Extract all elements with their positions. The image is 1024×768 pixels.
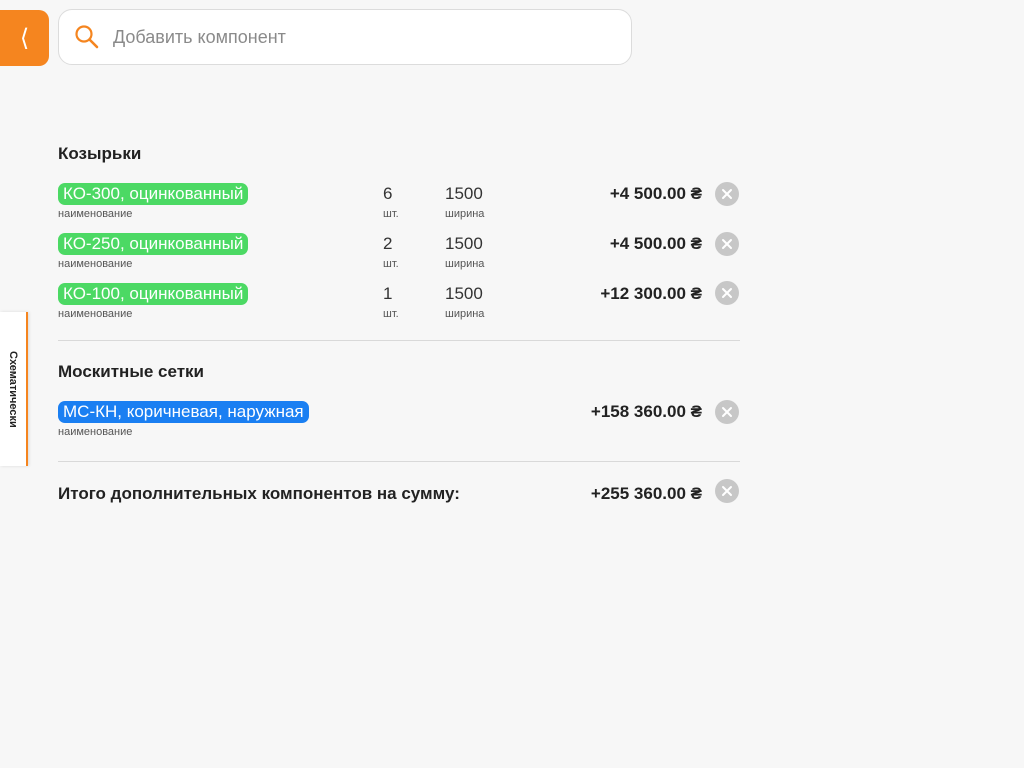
item-qty-caption: шт. <box>383 308 399 320</box>
back-button[interactable]: ⟨ <box>0 10 49 66</box>
item-width[interactable]: 1500 <box>445 234 483 254</box>
item-name-caption: наименование <box>58 308 133 320</box>
total-price: +255 360.00 ₴ <box>590 484 702 503</box>
total-label: Итого дополнительных компонентов на сумм… <box>58 484 460 503</box>
close-icon <box>722 288 732 298</box>
chevron-left-icon: ⟨ <box>19 24 30 52</box>
remove-item-button[interactable] <box>715 182 739 206</box>
item-price: +4 500.00 ₴ <box>609 184 702 203</box>
item-width-caption: ширина <box>445 258 485 270</box>
search-icon <box>75 25 99 49</box>
item-qty-caption: шт. <box>383 258 399 270</box>
close-icon <box>722 189 732 199</box>
search-input[interactable] <box>111 25 595 49</box>
item-price: +12 300.00 ₴ <box>600 284 702 303</box>
section-divider <box>58 461 740 462</box>
section-divider <box>58 340 740 341</box>
close-icon <box>722 486 732 496</box>
item-name-pill[interactable]: КО-300, оцинкованный <box>58 183 249 205</box>
remove-all-button[interactable] <box>715 479 739 503</box>
item-qty-caption: шт. <box>383 208 399 220</box>
item-width-caption: ширина <box>445 308 485 320</box>
schematic-tab[interactable]: Схематически <box>0 312 28 466</box>
remove-item-button[interactable] <box>715 400 739 424</box>
close-icon <box>722 239 732 249</box>
item-price: +4 500.00 ₴ <box>609 234 702 253</box>
item-name-caption: наименование <box>58 208 133 220</box>
item-qty[interactable]: 6 <box>383 184 392 204</box>
search-bar[interactable] <box>58 9 632 65</box>
section-title-mosquito-nets: Москитные сетки <box>58 362 204 381</box>
item-name-pill[interactable]: КО-100, оцинкованный <box>58 283 249 305</box>
item-width[interactable]: 1500 <box>445 184 483 204</box>
remove-item-button[interactable] <box>715 232 739 256</box>
item-name-caption: наименование <box>58 258 133 270</box>
item-name-caption: наименование <box>58 426 133 438</box>
item-width-caption: ширина <box>445 208 485 220</box>
section-title-visors: Козырьки <box>58 144 142 163</box>
schematic-tab-label: Схематически <box>7 350 19 428</box>
item-name-pill[interactable]: КО-250, оцинкованный <box>58 233 249 255</box>
remove-item-button[interactable] <box>715 281 739 305</box>
item-qty[interactable]: 2 <box>383 234 392 254</box>
item-width[interactable]: 1500 <box>445 284 483 304</box>
item-qty[interactable]: 1 <box>383 284 392 304</box>
item-price: +158 360.00 ₴ <box>590 402 702 421</box>
close-icon <box>722 407 732 417</box>
item-name-pill[interactable]: МС-КН, коричневая, наружная <box>58 401 309 423</box>
